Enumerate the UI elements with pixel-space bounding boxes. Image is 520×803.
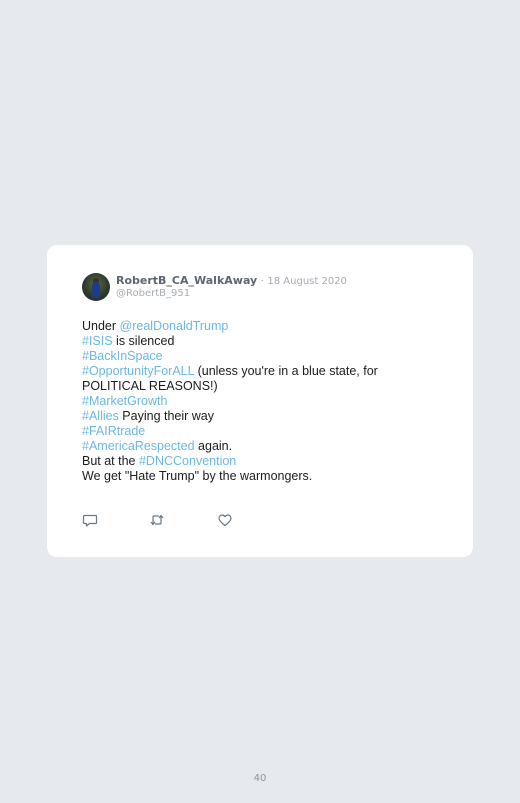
hashtag-link[interactable]: #AmericaRespected: [82, 439, 195, 453]
tweet-line: #MarketGrowth: [82, 394, 412, 409]
hashtag-link[interactable]: #FAIRtrade: [82, 424, 145, 438]
tweet-text: POLITICAL REASONS!): [82, 379, 218, 393]
speech-bubble-icon: [82, 514, 98, 527]
tweet-text: Paying their way: [118, 409, 215, 423]
hashtag-link[interactable]: #OpportunityForALL: [82, 364, 194, 378]
tweet-text: Under: [82, 319, 120, 333]
tweet-line: #Allies Paying their way: [82, 409, 412, 424]
author-line: RobertB_CA_WalkAway · 18 August 2020: [116, 274, 347, 287]
author-display-name[interactable]: RobertB_CA_WalkAway: [116, 274, 257, 287]
tweet-text: (unless you're in a blue state, for: [194, 364, 378, 378]
tweet-text: We get "Hate Trump" by the warmongers.: [82, 469, 313, 483]
tweet-line: #OpportunityForALL (unless you're in a b…: [82, 364, 412, 379]
tweet-line: Under @realDonaldTrump: [82, 319, 412, 334]
reply-button[interactable]: [82, 512, 98, 528]
avatar-figure: [92, 282, 100, 298]
tweet-line: #BackInSpace: [82, 349, 412, 364]
mention-link[interactable]: @realDonaldTrump: [120, 319, 229, 333]
tweet-line: We get "Hate Trump" by the warmongers.: [82, 469, 412, 484]
like-button[interactable]: [217, 512, 233, 528]
tweet-line: #AmericaRespected again.: [82, 439, 412, 454]
tweet-card: RobertB_CA_WalkAway · 18 August 2020 @Ro…: [47, 245, 473, 557]
retweet-icon: [150, 514, 164, 526]
hashtag-link[interactable]: #BackInSpace: [82, 349, 163, 363]
tweet-text: is silenced: [112, 334, 175, 348]
tweet-body: Under @realDonaldTrump #ISIS is silenced…: [82, 319, 412, 484]
tweet-text: But at the: [82, 454, 139, 468]
author-handle[interactable]: @RobertB_951: [116, 288, 190, 299]
hashtag-link[interactable]: #DNCConvention: [139, 454, 236, 468]
tweet-line: POLITICAL REASONS!): [82, 379, 412, 394]
retweet-button[interactable]: [149, 512, 165, 528]
hashtag-link[interactable]: #MarketGrowth: [82, 394, 167, 408]
meta-separator: ·: [260, 276, 264, 287]
hashtag-link[interactable]: #ISIS: [82, 334, 113, 348]
page-number: 40: [253, 773, 267, 784]
tweet-date: 18 August 2020: [267, 276, 347, 287]
tweet-line: #ISIS is silenced: [82, 334, 412, 349]
tweet-line: But at the #DNCConvention: [82, 454, 412, 469]
tweet-line: #FAIRtrade: [82, 424, 412, 439]
tweet-text: again.: [194, 439, 233, 453]
avatar[interactable]: [82, 273, 110, 301]
heart-icon: [218, 514, 232, 527]
hashtag-link[interactable]: #Allies: [82, 409, 119, 423]
